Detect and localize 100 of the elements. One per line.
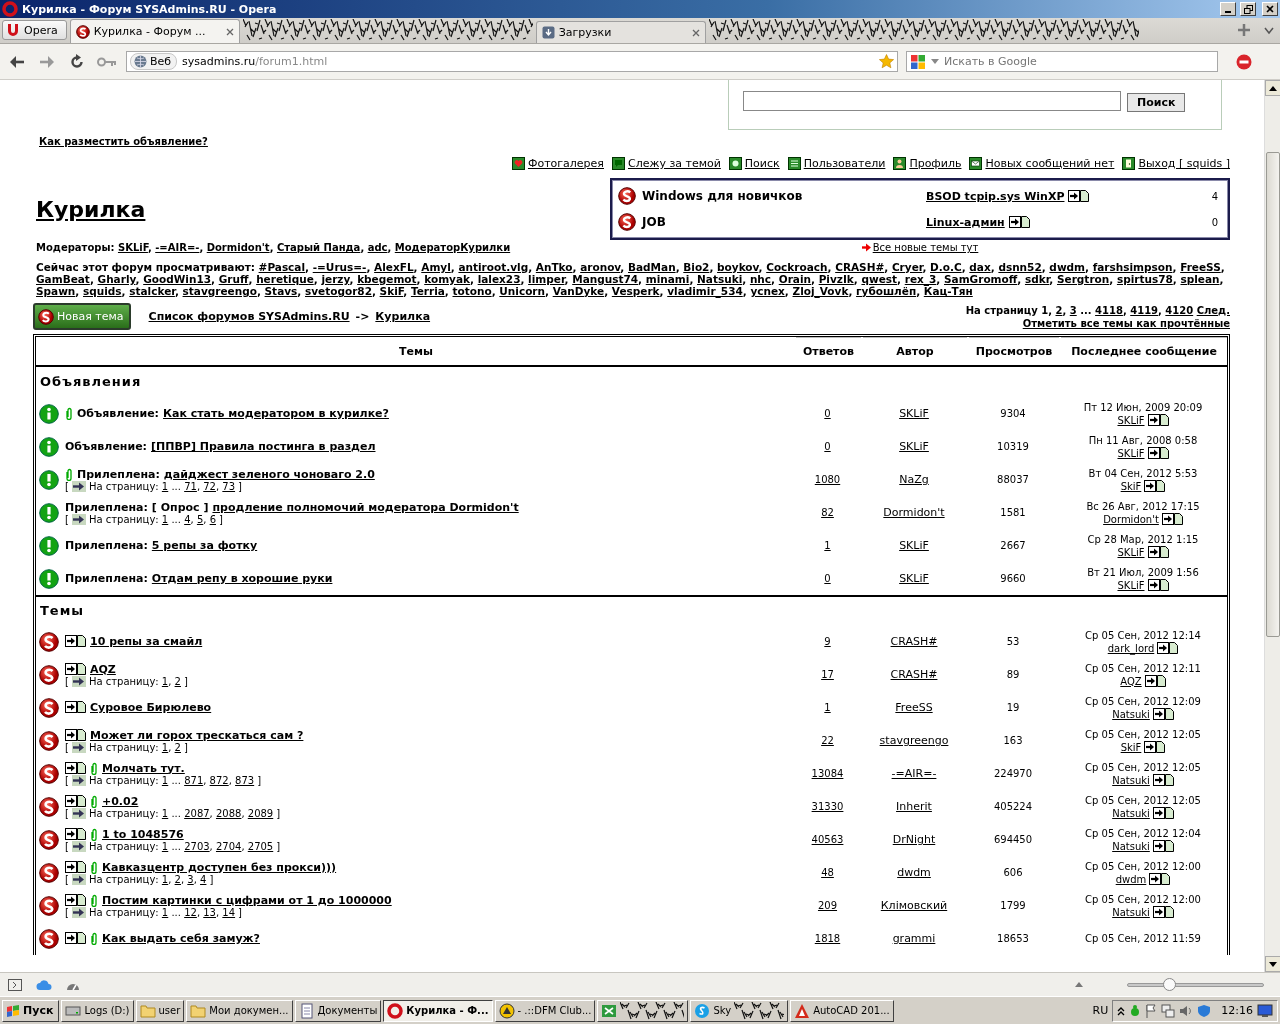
author-link[interactable]: -=AIR=- bbox=[891, 767, 937, 780]
author-link[interactable]: Natsuki bbox=[1112, 773, 1150, 787]
user-link[interactable]: губошлёп bbox=[856, 285, 917, 297]
user-link[interactable]: ycnex bbox=[750, 285, 785, 297]
page-link[interactable]: 12 bbox=[184, 906, 197, 918]
user-link[interactable]: AlexFL bbox=[374, 261, 414, 273]
author-link[interactable]: Natsuki bbox=[1112, 806, 1150, 820]
replies-link[interactable]: 13084 bbox=[811, 768, 844, 779]
author-link[interactable]: Natsuki bbox=[1112, 707, 1150, 721]
author-link[interactable]: SkiF bbox=[1120, 740, 1142, 754]
user-link[interactable]: Cryer bbox=[891, 261, 923, 273]
user-link[interactable]: vladimir_534 bbox=[667, 285, 743, 297]
page-link[interactable]: 2 bbox=[174, 873, 181, 885]
author-link[interactable]: Клiмовский bbox=[880, 899, 948, 912]
user-link[interactable]: Gharly bbox=[97, 273, 136, 285]
taskbar-button[interactable]: AutoCAD 201... bbox=[790, 999, 894, 1022]
page-link[interactable]: 1 bbox=[161, 840, 169, 852]
nav-link[interactable]: Выход [ squids ] bbox=[1138, 157, 1230, 170]
user-link[interactable]: GamBeat bbox=[36, 273, 90, 285]
taskbar-button[interactable]: Курилка - Ф... bbox=[383, 999, 493, 1022]
user-link[interactable]: stalcker bbox=[129, 285, 175, 297]
page-link[interactable]: 6 bbox=[209, 513, 216, 525]
post-ad-link[interactable]: Как разместить объявление? bbox=[39, 136, 208, 147]
nav-link[interactable]: Поиск bbox=[744, 157, 780, 170]
user-link[interactable]: Кац-Тян bbox=[923, 285, 973, 297]
author-link[interactable]: Dormidon't bbox=[883, 506, 945, 519]
page-link[interactable]: 1 bbox=[161, 807, 169, 819]
user-link[interactable]: Старый Панда bbox=[276, 242, 361, 253]
page-link[interactable]: 73 bbox=[222, 480, 236, 492]
topic-link[interactable]: +0.02 bbox=[102, 794, 139, 808]
stop-icon[interactable] bbox=[1236, 53, 1252, 70]
user-link[interactable]: D.o.C bbox=[930, 261, 962, 273]
topic-link[interactable]: 1 to 1048576 bbox=[102, 827, 184, 841]
author-link[interactable]: SKLiF bbox=[1117, 413, 1145, 427]
user-link[interactable]: dwdm bbox=[1049, 261, 1086, 273]
language-indicator[interactable]: RU bbox=[1092, 1004, 1109, 1017]
user-link[interactable]: aronov bbox=[580, 261, 621, 273]
user-link[interactable]: CRASH# bbox=[835, 261, 885, 273]
start-button[interactable]: Пуск bbox=[2, 999, 60, 1022]
user-link[interactable]: splean bbox=[1180, 273, 1220, 285]
user-link[interactable]: Orain bbox=[778, 273, 811, 285]
page-link[interactable]: 3 bbox=[1069, 304, 1077, 316]
page-link[interactable]: 2 bbox=[1055, 304, 1063, 316]
user-link[interactable]: Vesperk bbox=[611, 285, 660, 297]
user-link[interactable]: svetogor82 bbox=[305, 285, 372, 297]
user-link[interactable]: farshsimpson bbox=[1092, 261, 1173, 273]
topic-link[interactable]: продление полномочий модератора Dormidon't bbox=[212, 500, 519, 514]
topic-link[interactable]: AQZ bbox=[90, 662, 116, 676]
chevron-icon[interactable] bbox=[1117, 1005, 1126, 1016]
address-field[interactable]: Веб sysadmins.ru/forum1.html bbox=[126, 51, 898, 72]
author-link[interactable]: SKLiF bbox=[899, 539, 929, 552]
topic-link[interactable]: Кавказцентр доступен без прокси))) bbox=[102, 860, 337, 874]
page-link[interactable]: 4 bbox=[200, 873, 207, 885]
topic-link[interactable]: 10 репы за смайл bbox=[90, 635, 203, 648]
author-link[interactable]: grammi bbox=[892, 932, 936, 945]
nav-link[interactable]: Фотогалерея bbox=[527, 157, 604, 170]
user-link[interactable]: Dormidon't bbox=[206, 242, 270, 253]
user-link[interactable]: adc bbox=[367, 242, 388, 253]
user-link[interactable]: -=AIR=- bbox=[155, 242, 200, 253]
replies-link[interactable]: 0 bbox=[824, 573, 831, 584]
replies-link[interactable]: 0 bbox=[824, 408, 831, 419]
page-link[interactable]: 1 bbox=[161, 513, 169, 525]
topic-link[interactable]: Молчать тут. bbox=[102, 761, 185, 775]
topic-link[interactable]: 5 репы за фотку bbox=[151, 539, 258, 552]
page-link[interactable]: 2 bbox=[174, 741, 181, 753]
taskbar-button[interactable]: Документы bbox=[294, 999, 382, 1022]
author-link[interactable]: dark_lord bbox=[1107, 641, 1155, 655]
author-link[interactable]: CRASH# bbox=[890, 635, 938, 648]
network-icon[interactable] bbox=[1161, 1003, 1176, 1018]
replies-link[interactable]: 1 bbox=[824, 702, 831, 713]
browser-tab[interactable]: Курилка - Форум ... bbox=[69, 19, 240, 43]
topic-link[interactable]: Суровое Бирюлево bbox=[90, 701, 212, 714]
author-link[interactable]: SKLiF bbox=[1117, 446, 1145, 460]
author-link[interactable]: AQZ bbox=[1120, 674, 1142, 688]
caret-icon[interactable] bbox=[1264, 27, 1274, 35]
replies-link[interactable]: 17 bbox=[821, 669, 834, 680]
author-link[interactable]: SKLiF bbox=[1117, 578, 1145, 592]
author-link[interactable]: DrNight bbox=[892, 833, 936, 846]
monitor-icon[interactable] bbox=[1257, 1003, 1273, 1018]
user-link[interactable]: Cockroach bbox=[766, 261, 828, 273]
author-link[interactable]: Natsuki bbox=[1112, 839, 1150, 853]
replies-link[interactable]: 40563 bbox=[811, 834, 844, 845]
user-link[interactable]: Terria bbox=[410, 285, 445, 297]
restore-button[interactable] bbox=[1240, 2, 1256, 16]
page-link[interactable]: 872 bbox=[209, 774, 229, 786]
taskbar-button[interactable]: user bbox=[135, 999, 185, 1022]
author-link[interactable]: CRASH# bbox=[890, 668, 938, 681]
topic-link[interactable]: Как выдать себя замуж? bbox=[102, 932, 260, 945]
panel-icon[interactable] bbox=[8, 978, 22, 991]
taskbar-button[interactable]: Sky bbox=[690, 999, 789, 1022]
mark-read-link[interactable]: Отметить все темы как прочтённые bbox=[1022, 316, 1230, 330]
close-icon[interactable] bbox=[691, 28, 700, 37]
topic-link[interactable]: Постим картинки с цифрами от 1 до 1000000 bbox=[102, 893, 392, 907]
cloud-icon[interactable] bbox=[36, 979, 52, 990]
user-link[interactable]: Natsuki bbox=[697, 273, 743, 285]
page-link[interactable]: 3 bbox=[187, 873, 194, 885]
page-link[interactable]: 2087 bbox=[184, 807, 210, 819]
author-link[interactable]: stavgreengo bbox=[879, 734, 949, 747]
user-link[interactable]: Zloj_Vovk bbox=[792, 285, 849, 297]
star-icon[interactable] bbox=[879, 54, 894, 69]
